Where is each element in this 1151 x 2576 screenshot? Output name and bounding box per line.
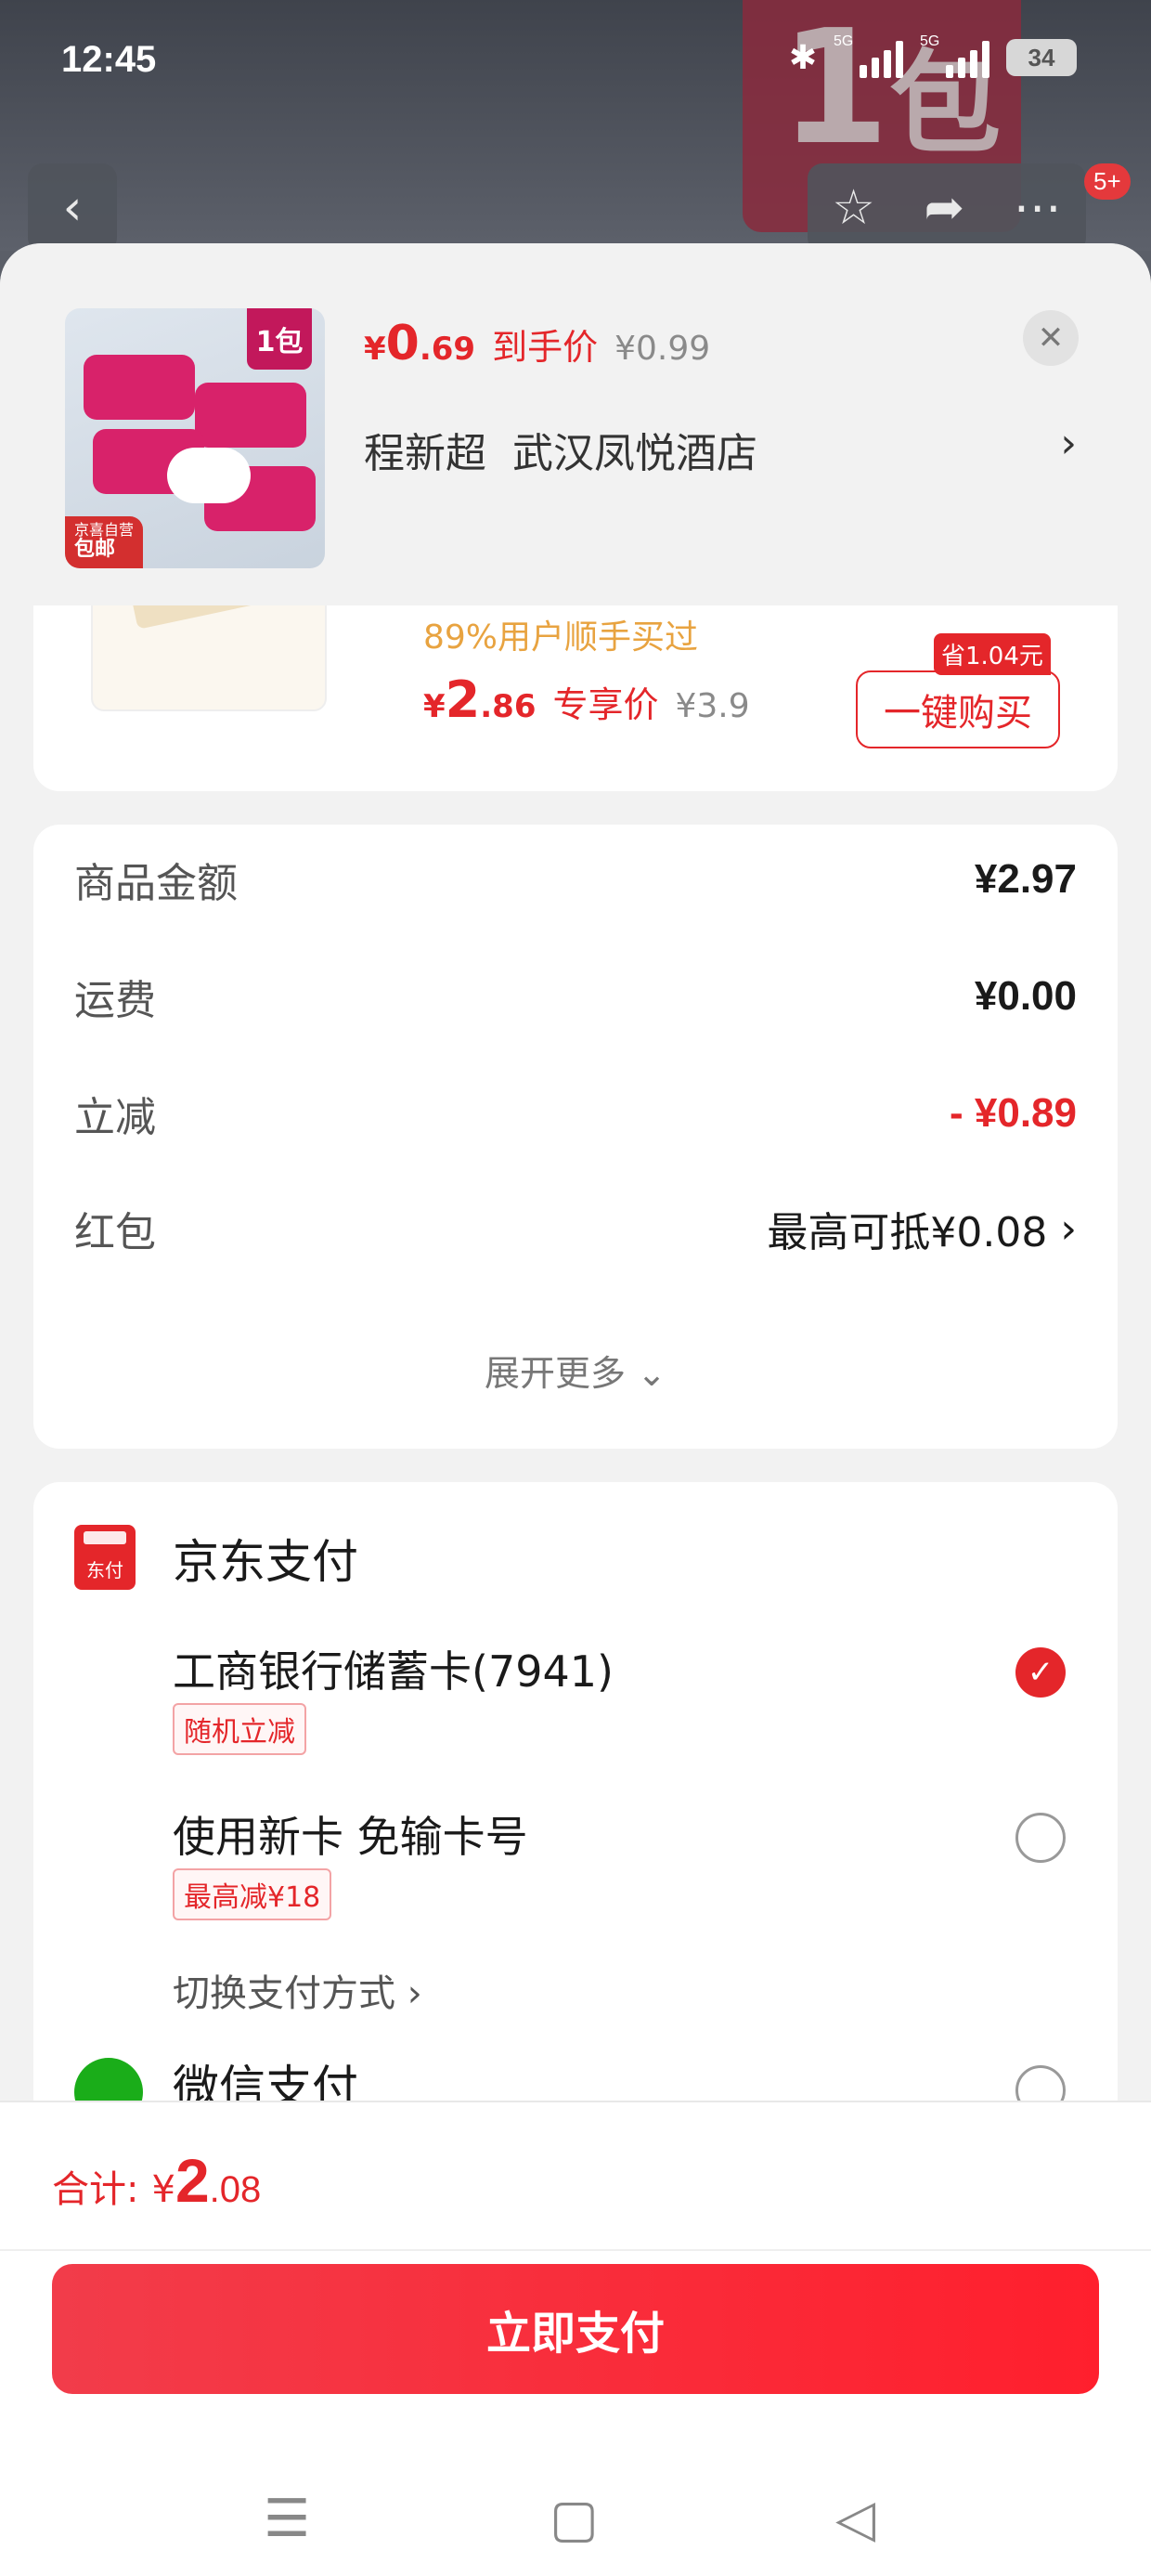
check-icon: ✓ [1027,1654,1054,1691]
red-packet-row[interactable]: 红包 最高可抵¥0.08 › [74,1196,1077,1261]
expand-more-button[interactable]: 展开更多 ⌄ [33,1345,1118,1396]
final-price-label: 到手价 [492,327,599,368]
amount-summary-card: 商品金额 ¥2.97 运费 ¥0.00 立减 - ¥0.89 红包 最高可抵¥0… [33,825,1118,1449]
chevron-left-icon: ‹ [62,180,83,236]
battery-icon: 34 [1006,39,1077,76]
jd-pay-icon: 东付 [74,1525,136,1590]
product-header: 1包 京喜自营 包邮 ¥0.69 到手价 ¥0.99 程新超 武汉凤悦酒店 › ✕ [0,243,1151,605]
one-click-buy-button[interactable]: 一键购买 [856,670,1060,748]
random-discount-tag: 随机立减 [173,1703,306,1755]
jd-pay-title: 京东支付 [173,1535,358,1589]
chevron-right-icon: › [407,1972,422,2015]
total-amount: 合计: ¥ 2 .08 [52,2146,262,2215]
signal-icon: 5G [834,33,903,78]
shipping-address[interactable]: 程新超 武汉凤悦酒店 [364,420,757,479]
share-icon[interactable]: ➦ [925,180,965,236]
system-nav-bar: ☰ ▢ ◁ [0,2474,1151,2576]
max-discount-tag: 最高减¥18 [173,1868,332,1920]
address-text: 武汉凤悦酒店 [512,430,757,477]
star-icon[interactable]: ☆ [832,180,875,236]
free-shipping-tag: 京喜自营 包邮 [65,516,144,568]
clock: 12:45 [61,39,157,80]
radio-new-card[interactable] [1015,1813,1066,1863]
recommend-price: ¥2.86 专享价 ¥3.9 [423,670,750,729]
radio-icbc-selected[interactable]: ✓ [1015,1647,1066,1698]
close-button[interactable]: ✕ [1023,310,1079,366]
receiver-name: 程新超 [364,430,486,477]
top-actions: ☆ ➦ ⋯ [808,163,1086,251]
signal-icon: 5G [920,33,989,78]
status-bar: 12:45 ✱ 5G 5G 34 [0,0,1151,130]
shipping-fee-row: 运费 ¥0.00 [74,973,1077,1024]
chevron-right-icon[interactable]: › [1060,420,1077,467]
chevron-right-icon: › [1060,1204,1077,1253]
pack-count-badge: 1包 [247,308,312,370]
original-price: ¥0.99 [614,330,711,368]
pay-now-button[interactable]: 立即支付 [52,2264,1099,2394]
payment-option-new-card[interactable]: 使用新卡 免输卡号 [173,1803,528,1865]
recommend-promo-text: 89%用户顺手买过 [423,618,699,657]
checkout-footer: 合计: ¥ 2 .08 立即支付 ☰ ▢ ◁ [0,2101,1151,2576]
product-thumbnail: 1包 京喜自营 包邮 [65,308,325,568]
exclusive-price-label: 专享价 [552,684,659,725]
back-triangle-icon[interactable]: ◁ [835,2489,875,2549]
more-icon[interactable]: ⋯ [1014,180,1062,236]
back-button[interactable]: ‹ [28,163,117,251]
menu-icon[interactable]: ☰ [264,2489,310,2549]
chevron-down-icon: ⌄ [637,1353,666,1394]
status-icons: ✱ 5G 5G 34 [788,33,1077,78]
instant-discount-row: 立减 - ¥0.89 [74,1090,1077,1141]
save-badge: 省1.04元 [934,633,1051,675]
goods-amount-row: 商品金额 ¥2.97 [74,856,1077,907]
notification-badge: 5+ [1084,163,1131,200]
divider [0,2249,1151,2251]
payment-option-icbc[interactable]: 工商银行储蓄卡(7941) [173,1638,614,1699]
original-price: ¥3.9 [675,687,750,725]
home-icon[interactable]: ▢ [550,2489,599,2549]
close-icon: ✕ [1037,319,1065,357]
final-price: ¥0.69 到手价 ¥0.99 [364,316,711,371]
bluetooth-icon: ✱ [788,38,817,77]
switch-payment-method[interactable]: 切换支付方式 › [173,1963,422,2017]
